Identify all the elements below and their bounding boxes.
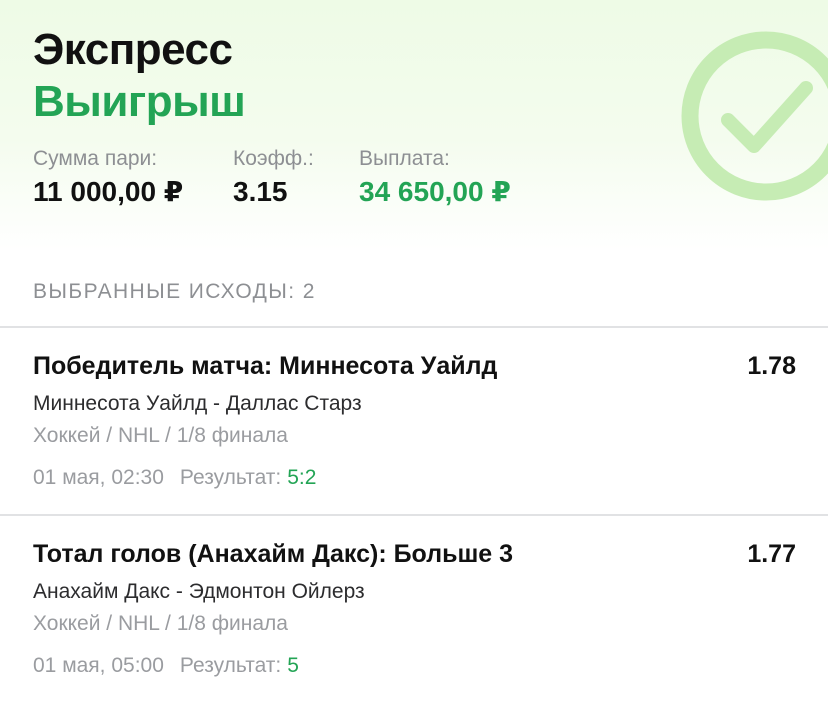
outcome-odds: 1.77 <box>747 540 796 568</box>
outcome-meta: 01 мая, 02:30 Результат: 5:2 <box>33 464 316 492</box>
bet-header: Экспресс Выигрыш Сумма пари: 11 000,00 ₽… <box>0 0 828 250</box>
outcome-league: Хоккей / NHL / 1/8 финала <box>33 424 288 447</box>
bet-amount: Сумма пари: 11 000,00 ₽ <box>33 146 183 210</box>
outcome-name: Победитель матча: Миннесота Уайлд <box>33 352 498 380</box>
outcome-match: Миннесота Уайлд - Даллас Старз <box>33 392 362 415</box>
outcome-name: Тотал голов (Анахайм Дакс): Больше 3 <box>33 540 514 568</box>
bet-amount-label: Сумма пари: <box>33 147 158 170</box>
outcome-result-label: Результат: <box>179 466 282 489</box>
outcome-result-label: Результат: <box>179 654 282 677</box>
outcome-datetime: 01 мая, 02:30 <box>33 466 164 489</box>
outcome-meta: 01 мая, 05:00 Результат: 5 <box>33 652 299 680</box>
outcome-odds: 1.78 <box>747 352 796 380</box>
bet-payout: Выплата: 34 650,00 ₽ <box>359 146 511 210</box>
outcome-league: Хоккей / NHL / 1/8 финала <box>33 612 288 635</box>
outcome-match: Анахайм Дакс - Эдмонтон Ойлерз <box>33 580 365 603</box>
bet-payout-value: 34 650,00 ₽ <box>359 176 511 207</box>
bet-status-label: Выигрыш <box>33 77 246 126</box>
outcome-datetime: 01 мая, 05:00 <box>33 654 164 677</box>
bet-payout-label: Выплата: <box>359 147 450 170</box>
bet-coefficient-label: Коэфф.: <box>233 147 314 170</box>
bet-amount-value: 11 000,00 ₽ <box>33 176 184 207</box>
bet-type-title: Экспресс <box>33 25 233 74</box>
outcome-result-value: 5 <box>287 654 299 677</box>
selected-outcomes-title: ВЫБРАННЫЕ ИСХОДЫ: 2 <box>33 280 316 303</box>
checkmark-circle-icon <box>681 31 828 201</box>
outcome-item[interactable]: Победитель матча: Миннесота Уайлд 1.78 М… <box>0 328 828 508</box>
bet-coefficient-value: 3.15 <box>233 176 288 207</box>
outcome-item[interactable]: Тотал голов (Анахайм Дакс): Больше 3 1.7… <box>0 516 828 696</box>
bet-coefficient: Коэфф.: 3.15 <box>233 146 314 210</box>
outcome-result-value: 5:2 <box>287 466 317 489</box>
